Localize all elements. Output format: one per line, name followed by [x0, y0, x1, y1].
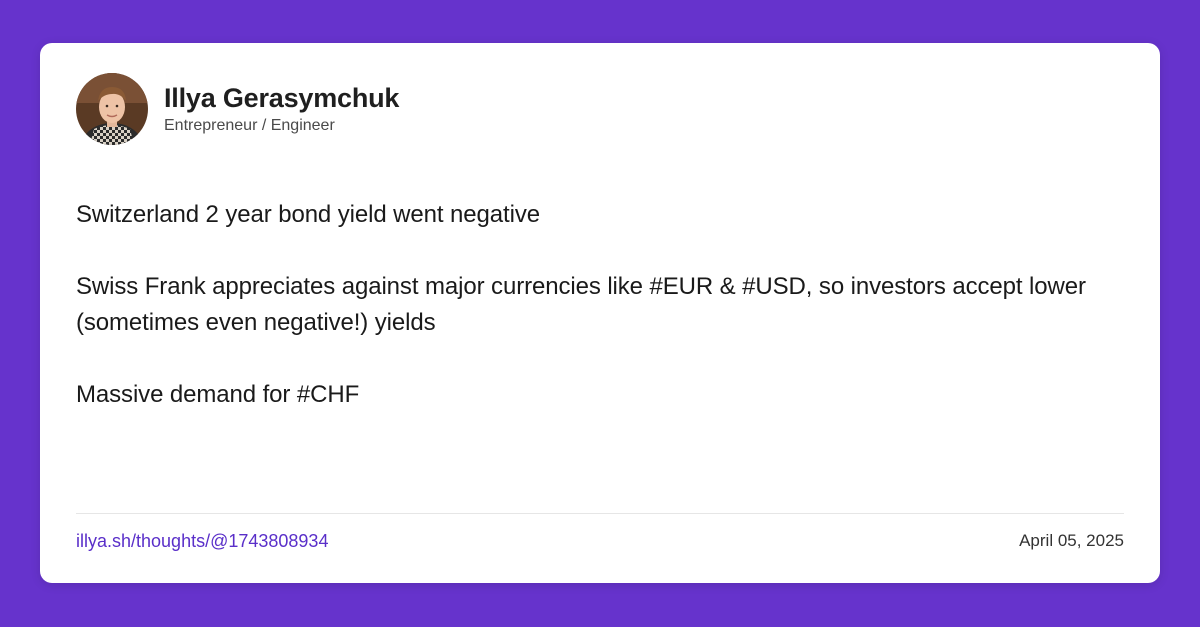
footer-divider — [76, 513, 1124, 514]
post-paragraph-3: Massive demand for #CHF — [76, 381, 360, 408]
post-paragraph-1: Switzerland 2 year bond yield went negat… — [76, 201, 540, 228]
post-date: April 05, 2025 — [1019, 531, 1124, 550]
author-title: Entrepreneur / Engineer — [164, 117, 335, 134]
post-header: Illya Gerasymchuk Entrepreneur / Enginee… — [76, 73, 399, 145]
author-name[interactable]: Illya Gerasymchuk — [164, 82, 399, 114]
post-body: Switzerland 2 year bond yield went negat… — [76, 197, 1116, 449]
post-card: Illya Gerasymchuk Entrepreneur / Enginee… — [40, 43, 1160, 583]
post-footer: illya.sh/thoughts/@1743808934 April 05, … — [76, 529, 1124, 553]
avatar-photo-icon — [76, 73, 148, 145]
author-avatar[interactable] — [76, 73, 148, 145]
author-info: Illya Gerasymchuk Entrepreneur / Enginee… — [164, 82, 399, 136]
post-paragraph-2: Swiss Frank appreciates against major cu… — [76, 273, 1086, 336]
permalink[interactable]: illya.sh/thoughts/@1743808934 — [76, 531, 328, 552]
